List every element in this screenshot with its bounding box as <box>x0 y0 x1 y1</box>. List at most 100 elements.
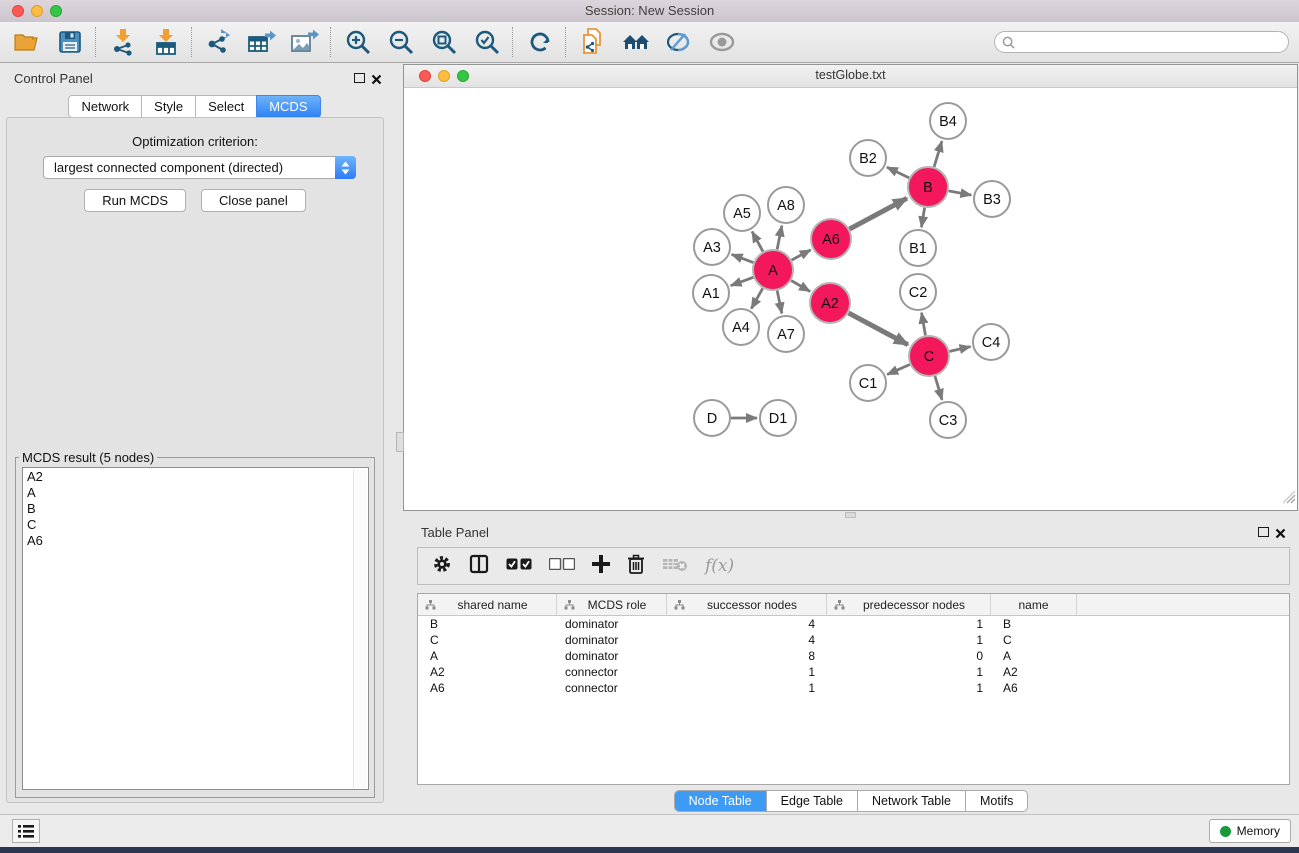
table-row[interactable]: Adominator80A <box>418 648 1289 664</box>
resize-grip-icon[interactable] <box>1283 491 1296 509</box>
close-table-panel-icon[interactable] <box>1275 526 1286 537</box>
network-window-titlebar[interactable]: testGlobe.txt <box>404 65 1297 88</box>
table-cell[interactable]: connector <box>557 664 667 680</box>
horizontal-divider-grip[interactable] <box>845 512 856 518</box>
list-item[interactable]: C <box>27 517 368 533</box>
list-item[interactable]: B <box>27 501 368 517</box>
refresh-icon[interactable] <box>523 26 556 59</box>
graph-edge-C-C4[interactable] <box>949 347 970 352</box>
add-column-icon[interactable] <box>592 555 610 578</box>
table-cell[interactable]: dominator <box>557 632 667 648</box>
tab-network[interactable]: Network <box>68 95 142 118</box>
memory-button[interactable]: Memory <box>1209 819 1291 843</box>
table-cell[interactable]: B <box>991 616 1077 632</box>
table-settings-icon[interactable] <box>432 554 452 579</box>
run-mcds-button[interactable]: Run MCDS <box>84 189 186 212</box>
delete-column-icon[interactable] <box>627 554 645 579</box>
graph-edge-A-A4[interactable] <box>751 288 762 308</box>
table-row[interactable]: A2connector11A2 <box>418 664 1289 680</box>
zoom-view-button[interactable] <box>457 70 469 82</box>
close-panel-icon[interactable] <box>371 72 382 83</box>
graph-edge-A-A3[interactable] <box>732 254 754 262</box>
float-panel-icon[interactable] <box>354 73 365 83</box>
table-cell[interactable]: 1 <box>827 664 991 680</box>
column-header-successor-nodes[interactable]: successor nodes <box>667 594 827 615</box>
export-image-icon[interactable] <box>288 26 321 59</box>
table-cell[interactable]: 0 <box>827 648 991 664</box>
table-cell[interactable]: connector <box>557 680 667 696</box>
table-cell[interactable]: C <box>991 632 1077 648</box>
zoom-fit-icon[interactable] <box>427 26 460 59</box>
import-network-icon[interactable] <box>106 26 139 59</box>
show-graphics-details-icon[interactable] <box>705 26 738 59</box>
tab-style[interactable]: Style <box>141 95 196 118</box>
graph-edge-A2-C[interactable] <box>849 313 908 345</box>
table-cell[interactable]: A2 <box>991 664 1077 680</box>
close-window-button[interactable] <box>12 5 24 17</box>
table-row[interactable]: Bdominator41B <box>418 616 1289 632</box>
hide-graphics-details-icon[interactable] <box>662 26 695 59</box>
tab-motifs[interactable]: Motifs <box>965 791 1027 811</box>
graph-edge-B-B1[interactable] <box>921 208 924 228</box>
column-header-name[interactable]: name <box>991 594 1077 615</box>
table-cell[interactable]: 1 <box>827 680 991 696</box>
save-session-icon[interactable] <box>53 26 86 59</box>
task-history-button[interactable] <box>12 819 40 843</box>
graph-edge-C-C1[interactable] <box>887 364 910 374</box>
zoom-window-button[interactable] <box>50 5 62 17</box>
table-cell[interactable]: A <box>991 648 1077 664</box>
tab-network-table[interactable]: Network Table <box>857 791 965 811</box>
minimize-window-button[interactable] <box>31 5 43 17</box>
close-view-button[interactable] <box>419 70 431 82</box>
list-item[interactable]: A <box>27 485 368 501</box>
table-cell[interactable]: 1 <box>667 664 827 680</box>
graph-edge-A6-B[interactable] <box>850 198 907 229</box>
deselect-all-icon[interactable] <box>549 557 575 575</box>
table-row[interactable]: A6connector11A6 <box>418 680 1289 696</box>
table-cell[interactable]: A6 <box>991 680 1077 696</box>
tab-edge-table[interactable]: Edge Table <box>766 791 857 811</box>
list-item[interactable]: A6 <box>27 533 368 549</box>
graph-edge-A-A8[interactable] <box>777 226 782 250</box>
table-cell[interactable]: dominator <box>557 648 667 664</box>
home-layout-icon[interactable] <box>619 26 652 59</box>
column-header-predecessor-nodes[interactable]: predecessor nodes <box>827 594 991 615</box>
tab-select[interactable]: Select <box>195 95 257 118</box>
graph-edge-B-B4[interactable] <box>934 141 942 167</box>
table-cell[interactable]: B <box>418 616 557 632</box>
optimization-criterion-select[interactable]: largest connected component (directed) <box>43 156 356 179</box>
graph-edge-C-C3[interactable] <box>935 376 942 400</box>
duplicate-network-icon[interactable] <box>576 26 609 59</box>
import-table-icon[interactable] <box>149 26 182 59</box>
table-row[interactable]: Cdominator41C <box>418 632 1289 648</box>
tab-node-table[interactable]: Node Table <box>675 791 766 811</box>
graph-edge-C-C2[interactable] <box>922 313 926 336</box>
table-cell[interactable]: 1 <box>827 632 991 648</box>
table-cell[interactable]: 1 <box>667 680 827 696</box>
graph-edge-A-A1[interactable] <box>731 277 754 285</box>
graph-edge-A-A2[interactable] <box>791 281 810 292</box>
graph-edge-B-B2[interactable] <box>887 167 909 178</box>
open-session-icon[interactable] <box>10 26 43 59</box>
export-table-icon[interactable] <box>245 26 278 59</box>
graph-edge-A-A5[interactable] <box>752 231 763 251</box>
search-input[interactable] <box>1020 34 1281 50</box>
show-column-icon[interactable] <box>469 554 489 579</box>
graph-edge-A-A6[interactable] <box>792 250 811 260</box>
table-cell[interactable]: C <box>418 632 557 648</box>
table-cell[interactable]: A6 <box>418 680 557 696</box>
zoom-selected-icon[interactable] <box>470 26 503 59</box>
table-cell[interactable]: 8 <box>667 648 827 664</box>
minimize-view-button[interactable] <box>438 70 450 82</box>
scrollbar[interactable] <box>353 469 367 788</box>
table-cell[interactable]: A <box>418 648 557 664</box>
mcds-result-list[interactable]: A2ABCA6 <box>22 467 369 790</box>
graph-edge-A-A7[interactable] <box>777 291 782 314</box>
graph-edge-B-B3[interactable] <box>949 191 972 195</box>
table-cell[interactable]: A2 <box>418 664 557 680</box>
list-item[interactable]: A2 <box>27 469 368 485</box>
table-cell[interactable]: 1 <box>827 616 991 632</box>
column-header-shared-name[interactable]: shared name <box>418 594 557 615</box>
export-network-icon[interactable] <box>202 26 235 59</box>
column-header-MCDS-role[interactable]: MCDS role <box>557 594 667 615</box>
